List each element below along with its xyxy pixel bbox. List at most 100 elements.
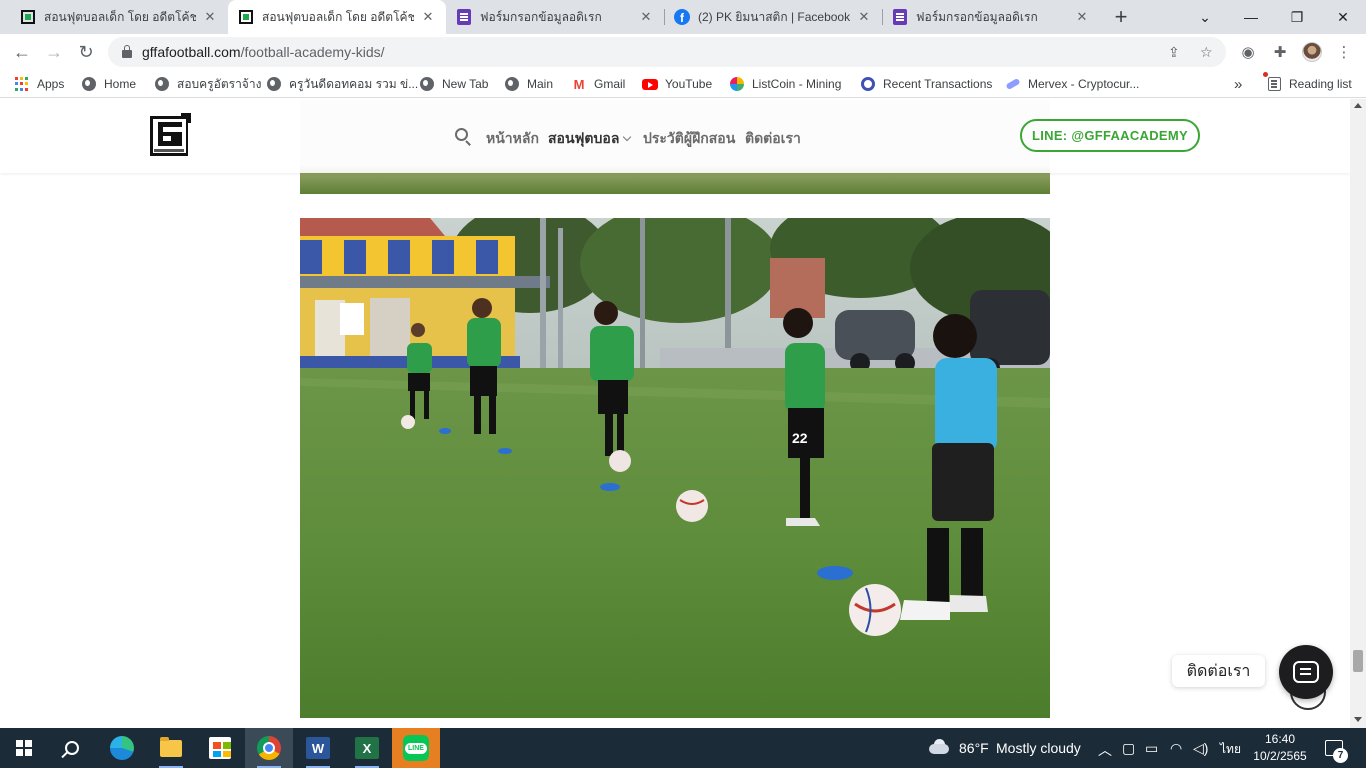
taskbar-file-explorer[interactable]: [147, 728, 195, 768]
extension-circle-icon[interactable]: ◉: [1238, 42, 1258, 62]
battery-icon[interactable]: ▭: [1145, 740, 1158, 757]
clock-date: 10/2/2565: [1253, 749, 1307, 763]
taskbar-search-button[interactable]: [48, 728, 96, 768]
browser-tab[interactable]: ฟอร์มกรอกข้อมูลอดิเรก ✕: [882, 0, 1100, 34]
taskbar-store[interactable]: [196, 728, 244, 768]
globe-icon: [419, 76, 435, 92]
chat-icon: [1293, 661, 1319, 683]
forward-button[interactable]: →: [40, 38, 68, 66]
chat-contact-label[interactable]: ติดต่อเรา: [1172, 655, 1265, 687]
restore-button[interactable]: ❐: [1274, 0, 1320, 34]
input-language[interactable]: ไทย: [1220, 740, 1241, 759]
extensions-puzzle-icon[interactable]: ✚: [1270, 42, 1290, 62]
show-hidden-icons-chevron-icon[interactable]: ︿: [1098, 740, 1112, 760]
close-window-button[interactable]: ✕: [1320, 0, 1366, 34]
weather-condition[interactable]: Mostly cloudy: [996, 740, 1081, 756]
bookmark-label: ครูวันดีดอทคอม รวม ข่...: [289, 76, 419, 91]
browser-tab[interactable]: f (2) PK ยิมนาสติก | Facebook ✕: [664, 0, 882, 34]
excel-icon: X: [355, 737, 379, 759]
search-icon: [65, 741, 79, 755]
nav-contact[interactable]: ติดต่อเรา: [745, 128, 801, 150]
nav-football-lessons[interactable]: สอนฟุตบอล: [548, 128, 632, 150]
windows-logo-icon: [16, 740, 32, 756]
taskbar-edge[interactable]: [98, 728, 146, 768]
web-page: 22 หน้าหลัก สอนฟุตบอล ประวัติผู้ฝึกสอน ต…: [0, 99, 1350, 728]
youtube-icon: [642, 76, 658, 92]
taskbar-chrome[interactable]: [245, 728, 293, 768]
svg-text:22: 22: [792, 430, 808, 446]
google-forms-icon: [456, 9, 472, 25]
lock-icon[interactable]: [122, 45, 132, 58]
line-contact-button[interactable]: LINE: @GFFAACADEMY: [1020, 119, 1200, 152]
chrome-icon: [257, 736, 281, 760]
browser-tab-active[interactable]: สอนฟุตบอลเด็ก โดย อดีตโค้ชเยาวชน ✕: [228, 0, 446, 34]
scroll-up-arrow-icon[interactable]: [1354, 103, 1362, 108]
share-icon[interactable]: ⇪: [1168, 44, 1180, 61]
bookmark-apps[interactable]: Apps: [14, 74, 64, 94]
reading-list-icon: [1263, 72, 1282, 92]
search-icon[interactable]: [455, 128, 472, 146]
facebook-icon: f: [674, 9, 690, 25]
gff-icon: [238, 9, 254, 25]
close-tab-icon[interactable]: ✕: [420, 9, 436, 25]
word-icon: W: [306, 737, 330, 759]
notification-count-badge: 7: [1333, 748, 1348, 763]
close-tab-icon[interactable]: ✕: [856, 9, 872, 25]
google-forms-icon: [892, 9, 908, 25]
start-button[interactable]: [0, 728, 48, 768]
nav-coach-profile[interactable]: ประวัติผู้ฝึกสอน: [643, 128, 735, 150]
clock[interactable]: 16:40 10/2/2565: [1250, 731, 1310, 765]
new-tab-button[interactable]: +: [1108, 4, 1134, 30]
close-tab-icon[interactable]: ✕: [638, 9, 654, 25]
site-header: หน้าหลัก สอนฟุตบอล ประวัติผู้ฝึกสอน ติดต…: [0, 99, 1350, 173]
reading-list-button[interactable]: Reading list: [1263, 72, 1352, 94]
wifi-icon[interactable]: ◠: [1170, 740, 1182, 757]
bookmark-star-icon[interactable]: ☆: [1200, 44, 1213, 61]
taskbar-line[interactable]: LINE: [392, 728, 440, 768]
page-scrollbar[interactable]: [1350, 99, 1366, 728]
bookmark-gmail[interactable]: M Gmail: [571, 74, 626, 94]
more-menu-icon[interactable]: ⋮: [1334, 42, 1354, 62]
clock-time: 16:40: [1264, 732, 1296, 746]
url-path: /football-academy-kids/: [240, 44, 385, 60]
cloud-weather-icon[interactable]: [929, 739, 951, 755]
tab-title: (2) PK ยิมนาสติก | Facebook: [698, 9, 850, 24]
bookmark-new-tab[interactable]: New Tab: [419, 74, 488, 94]
globe-icon: [266, 76, 282, 92]
back-button[interactable]: ←: [8, 38, 36, 66]
scroll-down-arrow-icon[interactable]: [1354, 717, 1362, 722]
browser-tab[interactable]: สอนฟุตบอลเด็ก โดย อดีตโค้ชเยาวชน ✕: [10, 0, 228, 34]
nav-home[interactable]: หน้าหลัก: [486, 128, 539, 150]
taskbar-word[interactable]: W: [294, 728, 342, 768]
minimize-button[interactable]: —: [1228, 0, 1274, 34]
line-app-icon: LINE: [403, 735, 429, 761]
url-text[interactable]: gffafootball.com/football-academy-kids/: [142, 44, 385, 60]
address-bar[interactable]: gffafootball.com/football-academy-kids/ …: [108, 37, 1226, 67]
meet-now-icon[interactable]: ▢: [1122, 740, 1135, 757]
reload-button[interactable]: ↻: [72, 38, 100, 66]
scrollbar-thumb[interactable]: [1353, 650, 1363, 672]
bookmark-recent-transactions[interactable]: Recent Transactions: [860, 74, 992, 94]
tab-title: ฟอร์มกรอกข้อมูลอดิเรก: [480, 9, 602, 24]
taskbar-excel[interactable]: X: [343, 728, 391, 768]
bookmarks-overflow-button[interactable]: »: [1234, 74, 1242, 94]
bookmark-teacher-exam[interactable]: สอบครูอัตราจ้าง: [154, 74, 261, 94]
bookmark-mervex[interactable]: Mervex - Cryptocur...: [1005, 74, 1139, 94]
volume-icon[interactable]: ◁): [1193, 740, 1208, 757]
browser-tab[interactable]: ฟอร์มกรอกข้อมูลอดิเรก ✕: [446, 0, 664, 34]
bookmark-main[interactable]: Main: [504, 74, 553, 94]
close-tab-icon[interactable]: ✕: [202, 9, 218, 25]
browser-tab-strip: สอนฟุตบอลเด็ก โดย อดีตโค้ชเยาวชน ✕ สอนฟุ…: [0, 0, 1366, 34]
site-logo[interactable]: [150, 113, 191, 158]
bookmark-listcoin[interactable]: ListCoin - Mining: [729, 74, 841, 94]
bookmark-home[interactable]: Home: [81, 74, 136, 94]
chat-button[interactable]: [1279, 645, 1333, 699]
listcoin-icon: [729, 76, 745, 92]
bookmark-label: YouTube: [665, 77, 713, 91]
bookmark-youtube[interactable]: YouTube: [642, 74, 712, 94]
close-tab-icon[interactable]: ✕: [1074, 9, 1090, 25]
profile-avatar[interactable]: [1302, 42, 1322, 62]
bookmark-kruwandee[interactable]: ครูวันดีดอทคอม รวม ข่...: [266, 74, 418, 94]
tab-search-button[interactable]: ⌄: [1182, 0, 1228, 34]
weather-temperature[interactable]: 86°F: [959, 740, 989, 756]
